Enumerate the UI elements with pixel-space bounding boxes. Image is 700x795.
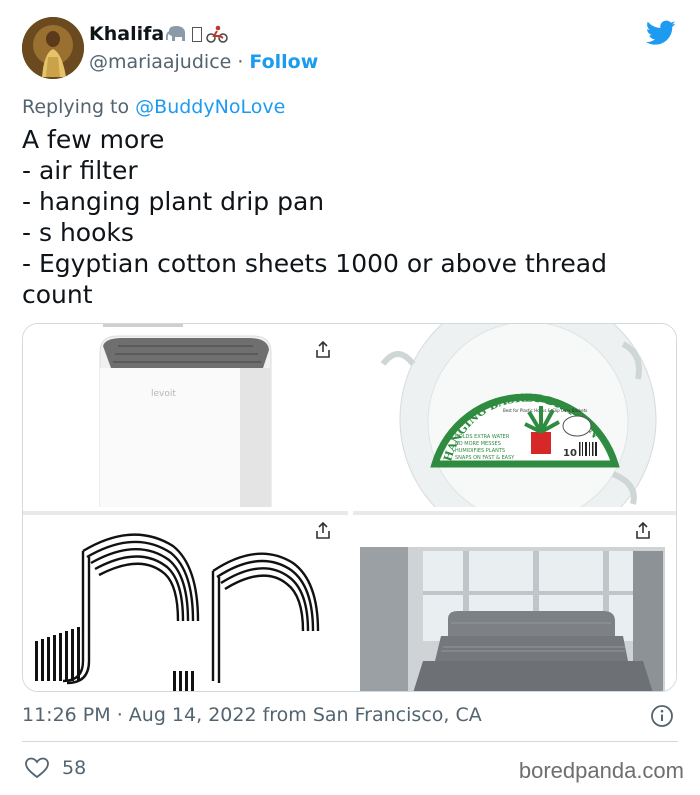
tweet-text: A few more - air filter - hanging plant …	[22, 124, 662, 310]
follow-button[interactable]: Follow	[249, 51, 318, 73]
divider	[22, 741, 678, 742]
tweet-time[interactable]: 11:26 PM	[22, 704, 111, 726]
missing-glyph-icon	[192, 26, 203, 42]
tweet-line: - air filter	[22, 156, 138, 185]
like-count: 58	[62, 757, 87, 779]
handle[interactable]: @mariaajudice	[89, 51, 231, 73]
handle-row: @mariaajudice · Follow	[89, 51, 318, 73]
like-action[interactable]: 58	[24, 756, 86, 780]
twitter-bird-icon[interactable]	[646, 20, 676, 46]
share-icon[interactable]	[313, 340, 333, 360]
purifier-brand-text: levoit	[151, 389, 176, 399]
tweet-line: - s hooks	[22, 218, 134, 247]
drip-pan-subtitle-text: Best for Plastic Hooks & Clip Over Baske…	[503, 408, 587, 413]
cyclist-emoji-icon	[206, 25, 228, 43]
name-row: Khalifa	[89, 23, 228, 45]
elephant-emoji-icon	[166, 25, 188, 43]
info-icon[interactable]	[650, 704, 674, 728]
avatar[interactable]	[22, 17, 84, 79]
separator: ·	[237, 51, 244, 73]
cotton-sheets-image[interactable]	[353, 511, 676, 691]
tweet-line: A few more	[22, 125, 165, 154]
drip-pan-image[interactable]: HANGING BASKET DRIP PAN Best for Plastic…	[353, 324, 676, 507]
media-grid[interactable]: levoit HANGING BASKET DRIP PAN Best for …	[22, 323, 677, 692]
tweet-meta: 11:26 PM · Aug 14, 2022 from San Francis…	[22, 704, 482, 726]
display-name[interactable]: Khalifa	[89, 23, 164, 45]
air-purifier-image[interactable]: levoit	[23, 324, 348, 507]
svg-text:SNAPS ON FAST & EASY: SNAPS ON FAST & EASY	[455, 455, 515, 461]
replying-to: Replying to @BuddyNoLove	[22, 96, 285, 118]
tweet-line: - Egyptian cotton sheets 1000 or above t…	[22, 249, 607, 309]
drip-pan-count-text: 10	[563, 448, 577, 459]
tweet-source: from San Francisco, CA	[262, 704, 482, 726]
reply-mention-link[interactable]: @BuddyNoLove	[135, 96, 285, 118]
tweet-line: - hanging plant drip pan	[22, 187, 325, 216]
heart-icon[interactable]	[24, 756, 50, 780]
share-icon[interactable]	[633, 521, 653, 541]
share-icon[interactable]	[313, 521, 333, 541]
svg-text:NO MORE MESSES: NO MORE MESSES	[455, 441, 501, 447]
watermark: boredpanda.com	[518, 758, 684, 783]
s-hooks-image[interactable]	[23, 511, 348, 691]
tweet-header: Khalifa @mariaajudice · Follow	[22, 17, 678, 81]
svg-text:HOLDS EXTRA WATER: HOLDS EXTRA WATER	[455, 434, 510, 440]
tweet-date[interactable]: Aug 14, 2022	[129, 704, 257, 726]
meta-separator: ·	[116, 704, 129, 726]
replying-to-prefix: Replying to	[22, 96, 130, 118]
svg-text:HUMIDIFIES PLANTS: HUMIDIFIES PLANTS	[455, 448, 505, 454]
